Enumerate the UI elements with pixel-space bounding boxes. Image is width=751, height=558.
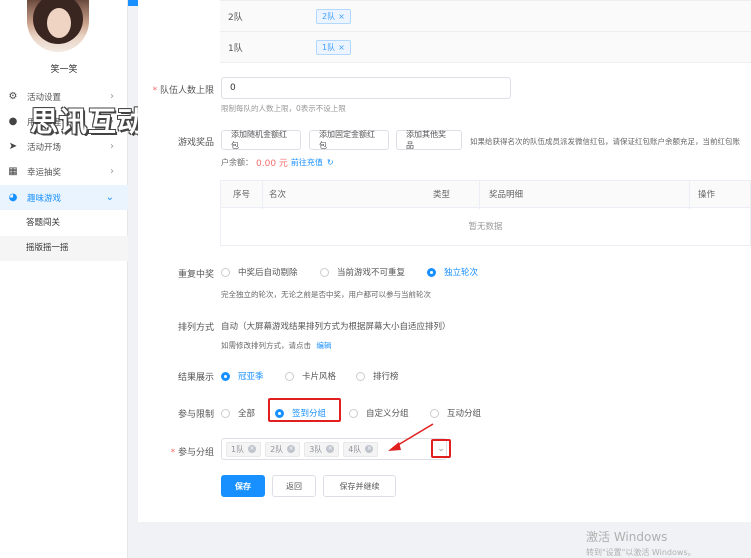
group-table: 2队 2队 × 1队 1队 ×	[220, 0, 751, 63]
team-limit-input[interactable]: 0	[221, 77, 511, 99]
windows-activation-watermark: 激活 Windows 转到"设置"以激活 Windows。	[586, 528, 696, 558]
result-display-label: 结果展示	[177, 373, 214, 383]
sidebar-item-label: 趣味游戏	[27, 193, 62, 204]
repeat-win-label: 重复中奖	[177, 270, 214, 280]
prizes-note: 如果给获得名次的队伍成员派发微信红包，请保证红包账户余额充足，当前红包账	[470, 137, 740, 146]
add-other-prize-button[interactable]: 添加其他奖品	[396, 130, 462, 150]
join-groups-label: * 参与分组	[170, 448, 214, 458]
group-tag: 3队 ×	[304, 441, 340, 457]
close-icon[interactable]: ×	[338, 12, 345, 21]
close-icon[interactable]: ×	[365, 445, 374, 453]
column-header: 类型	[433, 190, 451, 200]
participation-option-interactive-group[interactable]: 互动分组	[430, 407, 481, 419]
radio-icon	[349, 408, 358, 418]
sidebar-item-label: 活动开场	[27, 142, 62, 153]
radio-icon	[221, 408, 230, 418]
radio-checked-icon	[221, 371, 230, 381]
result-option-card[interactable]: 卡片风格	[285, 370, 336, 382]
group-name: 2队	[228, 12, 243, 23]
sidebar-item-fun-games[interactable]: ◕ 趣味游戏 ⌄	[0, 185, 128, 210]
column-header: 序号	[233, 190, 251, 200]
group-tag: 2队 ×	[316, 8, 351, 24]
participation-option-custom-group[interactable]: 自定义分组	[349, 407, 409, 419]
group-tag: 1队 ×	[316, 39, 351, 55]
save-continue-button[interactable]: 保存并继续	[323, 475, 396, 497]
prizes-label: 游戏奖品	[177, 138, 214, 148]
prize-table-empty: 暂无数据	[220, 208, 751, 246]
chevron-right-icon: ›	[110, 141, 114, 152]
group-tag: 1队 ×	[226, 441, 262, 457]
prize-table-header: 序号 名次 类型 奖品明细 操作	[220, 180, 751, 209]
add-fixed-redpacket-button[interactable]: 添加固定金额红包	[309, 130, 389, 150]
gift-icon: ▦	[8, 165, 18, 177]
sidebar-item-lucky-draw[interactable]: ▦ 幸运抽奖 ›	[0, 159, 128, 184]
group-row: 1队 1队 ×	[220, 32, 751, 63]
result-option-leaderboard[interactable]: 排行榜	[356, 370, 399, 382]
sidebar: 笑一笑 ⚙ 活动设置 › ● 用户管理 › ➤ 活动开场 › ▦ 幸运抽奖 › …	[0, 0, 128, 558]
windows-watermark-title: 激活 Windows	[586, 530, 668, 544]
ranking-edit-link[interactable]: 编辑	[316, 341, 331, 350]
balance-line: 户余额： 0.00 元 前往充值 ↻	[221, 156, 334, 169]
close-icon[interactable]: ×	[248, 445, 257, 453]
participation-label: 参与限制	[177, 410, 214, 420]
recharge-link[interactable]: 前往充值	[291, 157, 323, 168]
close-icon[interactable]: ×	[338, 43, 345, 52]
sidebar-subitem-quiz[interactable]: 答题闯关	[0, 211, 128, 236]
username: 笑一笑	[50, 65, 78, 75]
radio-icon	[356, 371, 365, 381]
close-icon[interactable]: ×	[287, 445, 296, 453]
repeat-option-auto-remove[interactable]: 中奖后自动剔除	[221, 266, 298, 278]
gear-icon: ⚙	[8, 90, 18, 102]
radio-icon	[320, 267, 329, 277]
user-icon: ●	[8, 115, 18, 127]
ranking-label: 排列方式	[177, 323, 214, 333]
balance-value: 0.00 元	[256, 159, 288, 169]
avatar[interactable]	[27, 0, 89, 52]
column-header: 名次	[269, 190, 287, 200]
group-name: 1队	[228, 43, 243, 54]
radio-icon	[430, 408, 439, 418]
group-tag: 2队 ×	[265, 441, 301, 457]
result-option-podium[interactable]: 冠亚季	[221, 370, 264, 382]
watermark-logo: 思讯互动	[30, 105, 147, 138]
repeat-win-hint: 完全独立的轮次，无论之前是否中奖，用户都可以参与当前轮次	[221, 290, 431, 299]
close-icon[interactable]: ×	[326, 445, 335, 453]
repeat-option-no-repeat[interactable]: 当前游戏不可重复	[320, 266, 405, 278]
team-limit-label: * 队伍人数上限	[152, 86, 214, 96]
game-icon: ◕	[8, 191, 18, 203]
ranking-hint: 如需修改排列方式，请点击	[221, 341, 311, 350]
refresh-icon[interactable]: ↻	[327, 158, 334, 167]
radio-checked-icon	[275, 408, 284, 418]
group-row: 2队 2队 ×	[220, 1, 751, 32]
sidebar-subitem-shake[interactable]: 摇版摇一摇	[0, 236, 128, 261]
participation-option-signin-group[interactable]: 签到分组	[275, 407, 326, 419]
chevron-right-icon: ›	[110, 166, 114, 177]
radio-icon	[221, 267, 230, 277]
back-button[interactable]: 返回	[272, 475, 316, 497]
participation-option-all[interactable]: 全部	[221, 407, 255, 419]
add-random-redpacket-button[interactable]: 添加随机金额红包	[221, 130, 301, 150]
column-header: 操作	[698, 190, 716, 200]
ranking-hint-line: 如需修改排列方式，请点击 编辑	[221, 340, 331, 351]
annotation-arrow	[388, 423, 434, 451]
save-button[interactable]: 保存	[221, 475, 265, 497]
chevron-down-icon: ⌄	[105, 192, 114, 203]
radio-checked-icon	[427, 267, 436, 277]
balance-label: 户余额：	[221, 158, 253, 167]
column-header: 奖品明细	[489, 190, 524, 200]
group-tag: 4队 ×	[343, 441, 379, 457]
radio-icon	[285, 371, 294, 381]
repeat-option-independent[interactable]: 独立轮次	[427, 266, 478, 278]
windows-watermark-subtitle: 转到"设置"以激活 Windows。	[586, 548, 696, 557]
ranking-value: 自动（大屏幕游戏结果排列方式为根据屏幕大小自适应排列）	[221, 322, 451, 332]
sidebar-item-label: 幸运抽奖	[27, 167, 62, 178]
send-icon: ➤	[8, 140, 18, 152]
team-limit-hint: 限制每队的人数上限，0表示不设上限	[221, 104, 346, 113]
